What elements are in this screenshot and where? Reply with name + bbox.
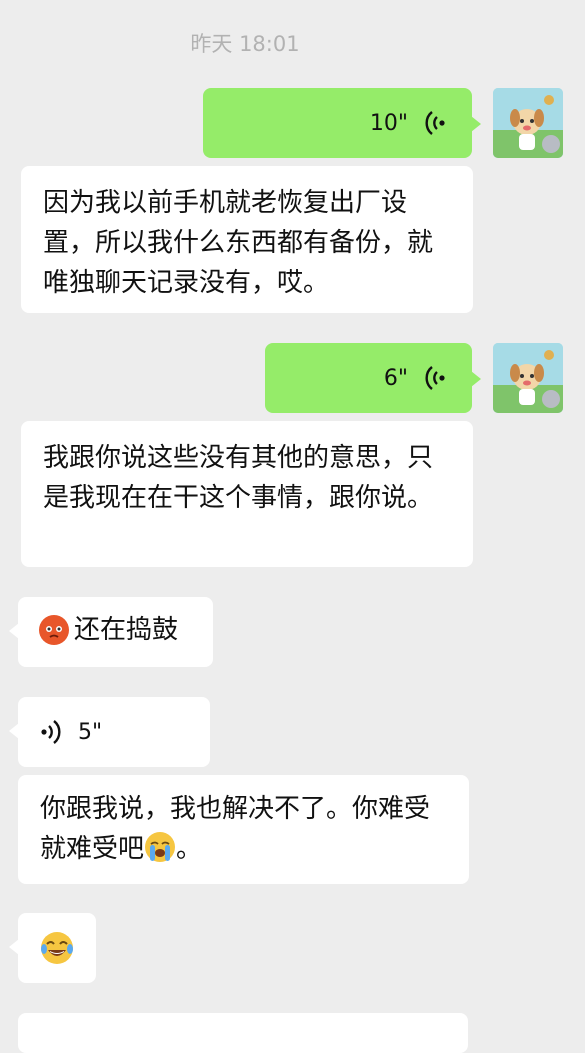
voice-duration: 5" bbox=[78, 719, 103, 745]
timestamp: 昨天 18:01 bbox=[190, 32, 300, 56]
voice-wave-icon bbox=[425, 366, 445, 390]
incoming-text-message[interactable]: 因为我以前手机就老恢复出厂设置，所以我什么东西都有备份，就唯独聊天记录没有，哎。 bbox=[21, 166, 473, 313]
avatar[interactable] bbox=[493, 88, 563, 158]
outgoing-voice-message[interactable]: 6" bbox=[265, 343, 481, 413]
incoming-emoji-message[interactable] bbox=[9, 913, 96, 983]
outgoing-voice-message[interactable]: 10" bbox=[203, 88, 481, 158]
voice-wave-icon bbox=[425, 111, 445, 135]
angry-face-emoji bbox=[39, 615, 69, 645]
incoming-voice-message[interactable]: 5" bbox=[9, 697, 210, 767]
crying-face-emoji bbox=[145, 832, 176, 862]
message-text: 我跟你说这些没有其他的意思，只是我现在在干这个事情，跟你说。 bbox=[43, 443, 434, 513]
message-text: 因为我以前手机就老恢复出厂设置，所以我什么东西都有备份，就唯独聊天记录没有，哎。 bbox=[43, 188, 434, 298]
message-text-end: 。 bbox=[176, 834, 203, 864]
message-text: 还在捣鼓 bbox=[74, 615, 179, 645]
incoming-text-message[interactable]: 你跟我说，我也解决不了。你难受就难受吧 。 bbox=[18, 775, 469, 884]
message-text: 你跟我说，我也解决不了。你难受就难受吧 bbox=[40, 794, 431, 864]
tears-of-joy-emoji bbox=[41, 932, 73, 964]
voice-duration: 6" bbox=[383, 365, 408, 391]
incoming-text-message-partial[interactable] bbox=[18, 1013, 468, 1053]
voice-wave-icon bbox=[41, 720, 61, 744]
incoming-text-message[interactable]: 我跟你说这些没有其他的意思，只是我现在在干这个事情，跟你说。 bbox=[21, 421, 473, 567]
avatar[interactable] bbox=[493, 343, 563, 413]
incoming-text-message[interactable]: 还在捣鼓 bbox=[9, 597, 213, 667]
voice-duration: 10" bbox=[369, 110, 408, 136]
